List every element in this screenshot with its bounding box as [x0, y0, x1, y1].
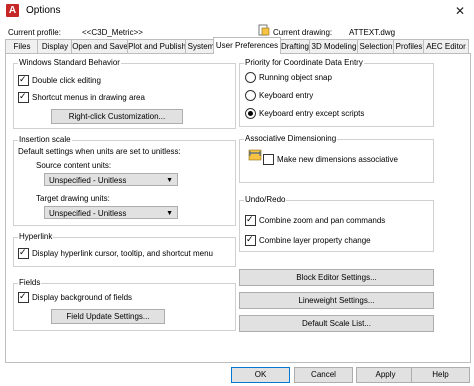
tab-plot-and-publish[interactable]: Plot and Publish [127, 39, 187, 53]
insertion-scale-description: Default settings when units are set to u… [18, 147, 181, 156]
close-icon[interactable]: ✕ [452, 3, 468, 19]
source-units-select[interactable]: Unspecified - Unitless ▼ [44, 173, 178, 186]
radio-keyboard-entry-except-scripts[interactable]: Keyboard entry except scripts [245, 107, 364, 119]
tab-drafting[interactable]: Drafting [279, 39, 311, 53]
tab-strip: Files Display Open and Save Plot and Pub… [5, 37, 469, 54]
source-units-value: Unspecified - Unitless [49, 176, 127, 185]
tab-3d-modeling[interactable]: 3D Modeling [309, 39, 359, 53]
target-units-select[interactable]: Unspecified - Unitless ▼ [44, 206, 178, 219]
dimension-icon [248, 149, 262, 161]
tab-aec-editor[interactable]: AEC Editor [423, 39, 469, 53]
associative-dimensioning-group: Associative Dimensioning Make new dimens… [239, 134, 434, 183]
option-label: Double click editing [32, 75, 101, 85]
option-label: Combine zoom and pan commands [259, 215, 386, 225]
drawing-file-icon [258, 24, 270, 36]
default-scale-list-button[interactable]: Default Scale List... [239, 315, 434, 332]
option-label: Keyboard entry except scripts [259, 108, 365, 118]
user-preferences-panel: Windows Standard Behavior Double click e… [5, 53, 471, 363]
combine-layer-property-checkbox[interactable] [245, 233, 256, 246]
tab-profiles[interactable]: Profiles [393, 39, 425, 53]
combine-layer-property-option[interactable]: Combine layer property change [245, 233, 371, 246]
target-units-label: Target drawing units: [36, 194, 110, 203]
window-title: Options [26, 5, 61, 16]
option-label: Shortcut menus in drawing area [32, 92, 145, 102]
display-background-checkbox[interactable] [18, 290, 29, 303]
tab-user-preferences[interactable]: User Preferences [213, 37, 281, 54]
ok-button[interactable]: OK [231, 367, 290, 383]
source-units-label: Source content units: [36, 161, 112, 170]
radio-button[interactable] [245, 71, 256, 83]
chevron-down-icon: ▼ [166, 177, 173, 184]
display-background-option[interactable]: Display background of fields [18, 290, 133, 303]
group-title: Undo/Redo [244, 195, 287, 204]
hyperlink-group: Hyperlink Display hyperlink cursor, tool… [13, 232, 236, 267]
current-profile-value: <<C3D_Metric>> [82, 28, 143, 37]
chevron-down-icon: ▼ [166, 210, 173, 217]
windows-standard-behavior-group: Windows Standard Behavior Double click e… [13, 58, 236, 129]
option-label: Make new dimensions associative [277, 154, 398, 164]
block-editor-settings-button[interactable]: Block Editor Settings... [239, 269, 434, 286]
double-click-editing-option[interactable]: Double click editing [18, 73, 101, 86]
shortcut-menus-checkbox[interactable] [18, 90, 29, 103]
double-click-editing-checkbox[interactable] [18, 73, 29, 86]
make-dimensions-associative-option[interactable]: Make new dimensions associative [263, 153, 398, 165]
undo-redo-group: Undo/Redo Combine zoom and pan commands … [239, 195, 434, 252]
help-button[interactable]: Help [411, 367, 470, 383]
group-title: Insertion scale [18, 135, 72, 144]
current-drawing-label: Current drawing: [273, 28, 333, 37]
group-title: Priority for Coordinate Data Entry [244, 58, 364, 67]
radio-keyboard-entry[interactable]: Keyboard entry [245, 89, 313, 101]
current-drawing-value: ATTEXT.dwg [349, 28, 396, 37]
option-label: Combine layer property change [259, 235, 371, 245]
combine-zoom-pan-checkbox[interactable] [245, 213, 256, 226]
radio-button[interactable] [245, 89, 256, 101]
option-label: Running object snap [259, 72, 332, 82]
autocad-app-icon: A [6, 4, 19, 17]
right-click-customization-button[interactable]: Right-click Customization... [51, 109, 183, 124]
fields-group: Fields Display background of fields Fiel… [13, 278, 236, 331]
combine-zoom-pan-option[interactable]: Combine zoom and pan commands [245, 213, 386, 226]
tab-files[interactable]: Files [5, 39, 39, 53]
group-title: Associative Dimensioning [244, 134, 338, 143]
group-title: Windows Standard Behavior [18, 58, 121, 67]
option-label: Display hyperlink cursor, tooltip, and s… [32, 248, 213, 258]
insertion-scale-group: Insertion scale Default settings when un… [13, 135, 236, 226]
option-label: Keyboard entry [259, 90, 314, 100]
lineweight-settings-button[interactable]: Lineweight Settings... [239, 292, 434, 309]
tab-selection[interactable]: Selection [357, 39, 395, 53]
coordinate-priority-group: Priority for Coordinate Data Entry Runni… [239, 58, 434, 127]
field-update-settings-button[interactable]: Field Update Settings... [51, 309, 165, 324]
display-hyperlink-checkbox[interactable] [18, 246, 29, 259]
target-units-value: Unspecified - Unitless [49, 209, 127, 218]
current-profile-label: Current profile: [8, 28, 61, 37]
cancel-button[interactable]: Cancel [294, 367, 353, 383]
option-label: Display background of fields [32, 292, 133, 302]
radio-button-selected[interactable] [245, 107, 256, 119]
group-title: Hyperlink [18, 232, 54, 241]
tab-open-and-save[interactable]: Open and Save [71, 39, 129, 53]
tab-display[interactable]: Display [37, 39, 73, 53]
title-bar [0, 0, 474, 22]
make-dimensions-associative-checkbox[interactable] [263, 153, 274, 165]
display-hyperlink-option[interactable]: Display hyperlink cursor, tooltip, and s… [18, 246, 213, 259]
group-title: Fields [18, 278, 42, 287]
radio-running-object-snap[interactable]: Running object snap [245, 71, 332, 83]
shortcut-menus-option[interactable]: Shortcut menus in drawing area [18, 90, 145, 103]
apply-button[interactable]: Apply [356, 367, 415, 383]
